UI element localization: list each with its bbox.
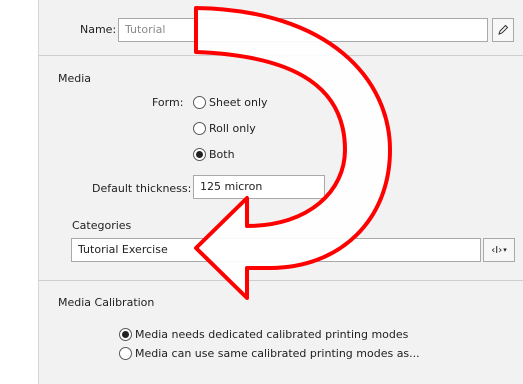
chevron-down-icon: ▾	[503, 246, 507, 254]
divider-bottom	[38, 280, 523, 281]
insert-variable-icon: ‹I›	[491, 244, 503, 256]
calibration-section-title: Media Calibration	[58, 296, 155, 309]
radio-sheet-only[interactable]	[193, 96, 206, 109]
insert-variable-button[interactable]: ‹I› ▾	[483, 238, 515, 262]
radio-both-label: Both	[209, 148, 235, 161]
radio-same-modes-label: Media can use same calibrated printing m…	[135, 347, 420, 360]
radio-roll-only[interactable]	[193, 122, 206, 135]
name-input[interactable]: Tutorial	[118, 18, 488, 42]
categories-input[interactable]: Tutorial Exercise	[71, 238, 481, 262]
radio-same-modes[interactable]	[119, 347, 132, 360]
divider-top	[38, 55, 523, 56]
media-section-title: Media	[58, 72, 92, 85]
default-thickness-input[interactable]: 125 micron	[193, 175, 325, 199]
radio-dedicated-modes-label: Media needs dedicated calibrated printin…	[135, 328, 409, 341]
default-thickness-label: Default thickness:	[92, 182, 192, 195]
name-label: Name:	[80, 23, 117, 36]
edit-name-button[interactable]	[492, 18, 514, 42]
categories-label: Categories	[72, 219, 132, 232]
pencil-icon	[498, 24, 509, 35]
radio-dedicated-modes[interactable]	[119, 328, 132, 341]
radio-roll-only-label: Roll only	[209, 122, 256, 135]
radio-sheet-only-label: Sheet only	[209, 96, 268, 109]
form-label: Form:	[152, 96, 184, 109]
radio-both[interactable]	[193, 148, 206, 161]
